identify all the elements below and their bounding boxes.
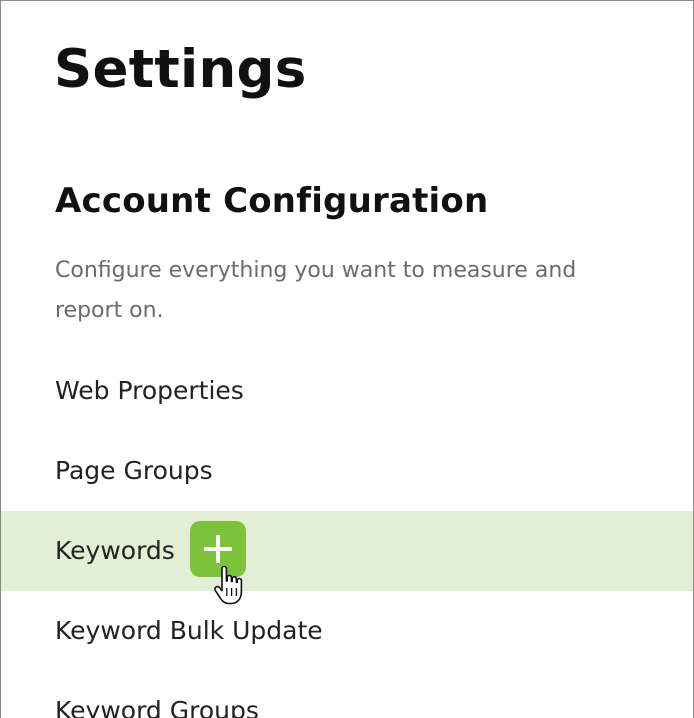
settings-panel: Settings Account Configuration Configure… xyxy=(0,0,694,718)
nav-item-label: Keywords xyxy=(55,536,175,565)
nav-item-keywords[interactable]: Keywords xyxy=(1,511,693,591)
nav-item-label: Keyword Bulk Update xyxy=(55,616,323,645)
section-title: Account Configuration xyxy=(55,181,489,221)
section-description: Configure everything you want to measure… xyxy=(55,258,577,323)
settings-nav-list: Web Properties Page Groups Keywords Keyw… xyxy=(1,351,693,718)
nav-item-keyword-bulk-update[interactable]: Keyword Bulk Update xyxy=(1,591,693,671)
add-keyword-button[interactable] xyxy=(189,521,246,577)
plus-icon xyxy=(203,535,232,563)
nav-item-label: Page Groups xyxy=(55,456,213,485)
nav-item-label: Keyword Groups xyxy=(55,696,259,718)
nav-item-page-groups[interactable]: Page Groups xyxy=(1,431,693,511)
nav-item-keyword-groups[interactable]: Keyword Groups xyxy=(1,671,693,718)
nav-item-web-properties[interactable]: Web Properties xyxy=(1,351,693,431)
nav-item-label: Web Properties xyxy=(55,376,244,405)
page-title: Settings xyxy=(54,39,307,100)
